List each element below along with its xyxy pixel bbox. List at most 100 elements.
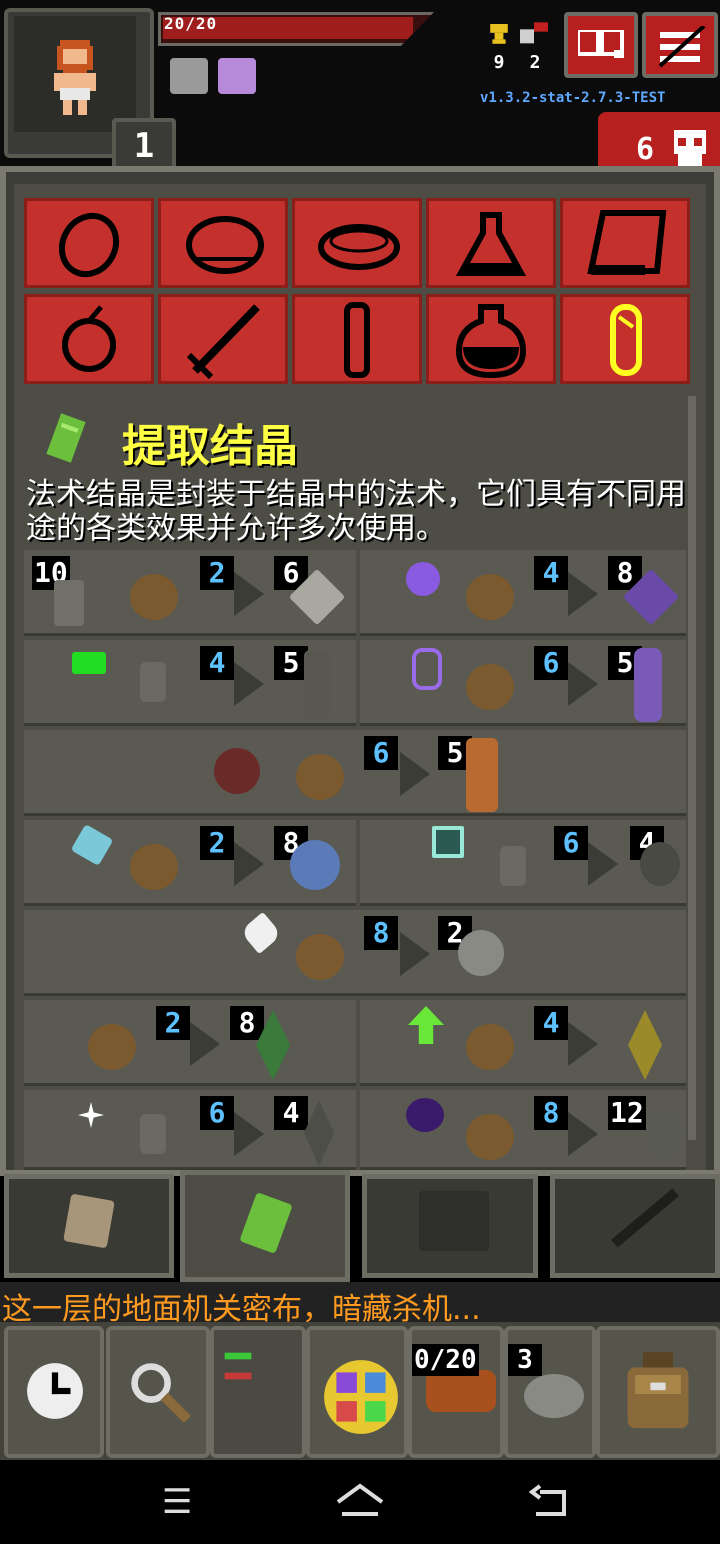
quickslot-3[interactable]: 3 [504,1326,596,1458]
result-icon [466,738,498,812]
category-stick[interactable] [292,294,422,384]
quickslot-2[interactable]: 0/20 [408,1326,504,1458]
fruit-icon [62,305,116,372]
tab-weapon[interactable] [550,1174,720,1278]
tab-scroll[interactable] [4,1174,174,1278]
result-icon [290,840,340,890]
category-seed[interactable] [24,198,154,288]
tab-armor[interactable] [362,1174,538,1278]
result-count: 12 [608,1096,646,1130]
clock-icon [27,1363,83,1419]
buff-icon-2[interactable] [218,58,256,94]
recipe-row: 10 2 6 4 8 [24,550,686,636]
recipe-cell[interactable]: 4 8 [360,550,686,636]
wait-button[interactable] [4,1326,104,1458]
ingredient-icon [296,934,344,980]
journal-icon [578,30,624,58]
version-label: v1.3.2-stat-2.7.3-TEST [480,90,666,106]
category-wand[interactable] [158,294,288,384]
ingredient-icon [140,662,166,702]
category-potion[interactable] [426,198,556,288]
category-fruit[interactable] [24,294,154,384]
ingredient-icon [88,1024,136,1070]
recipe-cell[interactable]: 10 2 6 [24,550,356,636]
result-count: 4 [274,1096,308,1130]
category-scroll[interactable] [560,198,690,288]
recipe-cell[interactable]: 2 8 [24,1000,356,1086]
key-count: 2 [529,52,541,73]
category-stone[interactable] [158,198,288,288]
seed-icon [58,212,120,278]
ingredient-icon [130,574,178,620]
ingredient-icon [78,1102,104,1128]
result-count: 5 [274,646,308,680]
scrollbar[interactable] [688,396,696,1140]
backpack-icon [627,1352,689,1429]
stones-count: 3 [508,1344,542,1376]
arrow-icon [234,842,264,886]
crystal-item-icon [46,413,86,463]
skull-icon [674,130,706,166]
crystal-tab-icon [239,1192,293,1254]
arrow-icon [190,1022,220,1066]
home-icon[interactable] [334,1482,386,1522]
back-icon[interactable] [528,1484,570,1520]
energy-cost: 2 [156,1006,190,1040]
recipe-row: 4 5 6 5 [24,640,686,726]
energy-cost: 6 [554,826,588,860]
ingredient-icon [140,1114,166,1154]
energy-cost: 8 [364,916,398,950]
ingredient-icon [130,844,178,890]
key-icon [520,22,548,44]
ingredient-icon [70,824,114,866]
stick-icon [344,302,370,378]
journal-button[interactable] [564,12,638,78]
recipe-row: 6 5 [24,730,686,816]
recipe-cell[interactable]: 2 8 [24,820,356,906]
arrow-icon [588,842,618,886]
darts-count: 0/20 [412,1344,479,1376]
danger-count: 6 [636,132,655,167]
recipe-cell[interactable]: 8 2 [24,910,686,996]
flask-icon [455,304,527,379]
scroll-icon [587,210,667,275]
result-icon [628,1010,662,1080]
inventory-button[interactable] [596,1326,720,1458]
category-flask[interactable] [426,294,556,384]
search-button[interactable] [106,1326,210,1458]
result-icon [304,1100,334,1166]
recipe-cell[interactable]: 4 5 [24,640,356,726]
tab-crystal[interactable] [180,1170,350,1282]
energy-cost: 6 [364,736,398,770]
energy-cost: 6 [200,1096,234,1130]
recipe-cell[interactable]: 8 12 [360,1090,686,1170]
category-crystal[interactable] [560,294,690,384]
arrow-icon [400,752,430,796]
recipe-cell[interactable]: 6 5 [24,730,686,816]
plank-icon [318,224,400,270]
glove-tab-icon [419,1191,489,1251]
ingredient-icon [466,574,514,620]
ingredient-icon [296,754,344,800]
recipe-row: 2 8 4 [24,1000,686,1086]
quickslot-1[interactable] [306,1326,408,1458]
buff-icon-1[interactable] [170,58,208,94]
menu-button[interactable] [642,12,718,78]
hero-sprite-icon [54,40,96,115]
recipe-row: 6 4 8 12 [24,1090,686,1170]
recipe-cell[interactable]: 4 [360,1000,686,1086]
ingredient-icon [72,652,106,674]
swap-quickslot-button[interactable] [210,1326,306,1458]
recipe-cell[interactable]: 6 4 [24,1090,356,1170]
gold-count: 9 [493,52,505,73]
crystal-icon [610,304,642,376]
recipe-cell[interactable]: 6 4 [360,820,686,906]
ingredient-icon [214,748,260,794]
ingredient-icon [432,826,464,858]
energy-cost: 2 [200,826,234,860]
category-plank[interactable] [292,198,422,288]
search-icon [131,1363,191,1423]
ingredient-icon [466,1024,514,1070]
recipe-cell[interactable]: 6 5 [360,640,686,726]
recents-icon[interactable]: ☰ [162,1482,192,1522]
